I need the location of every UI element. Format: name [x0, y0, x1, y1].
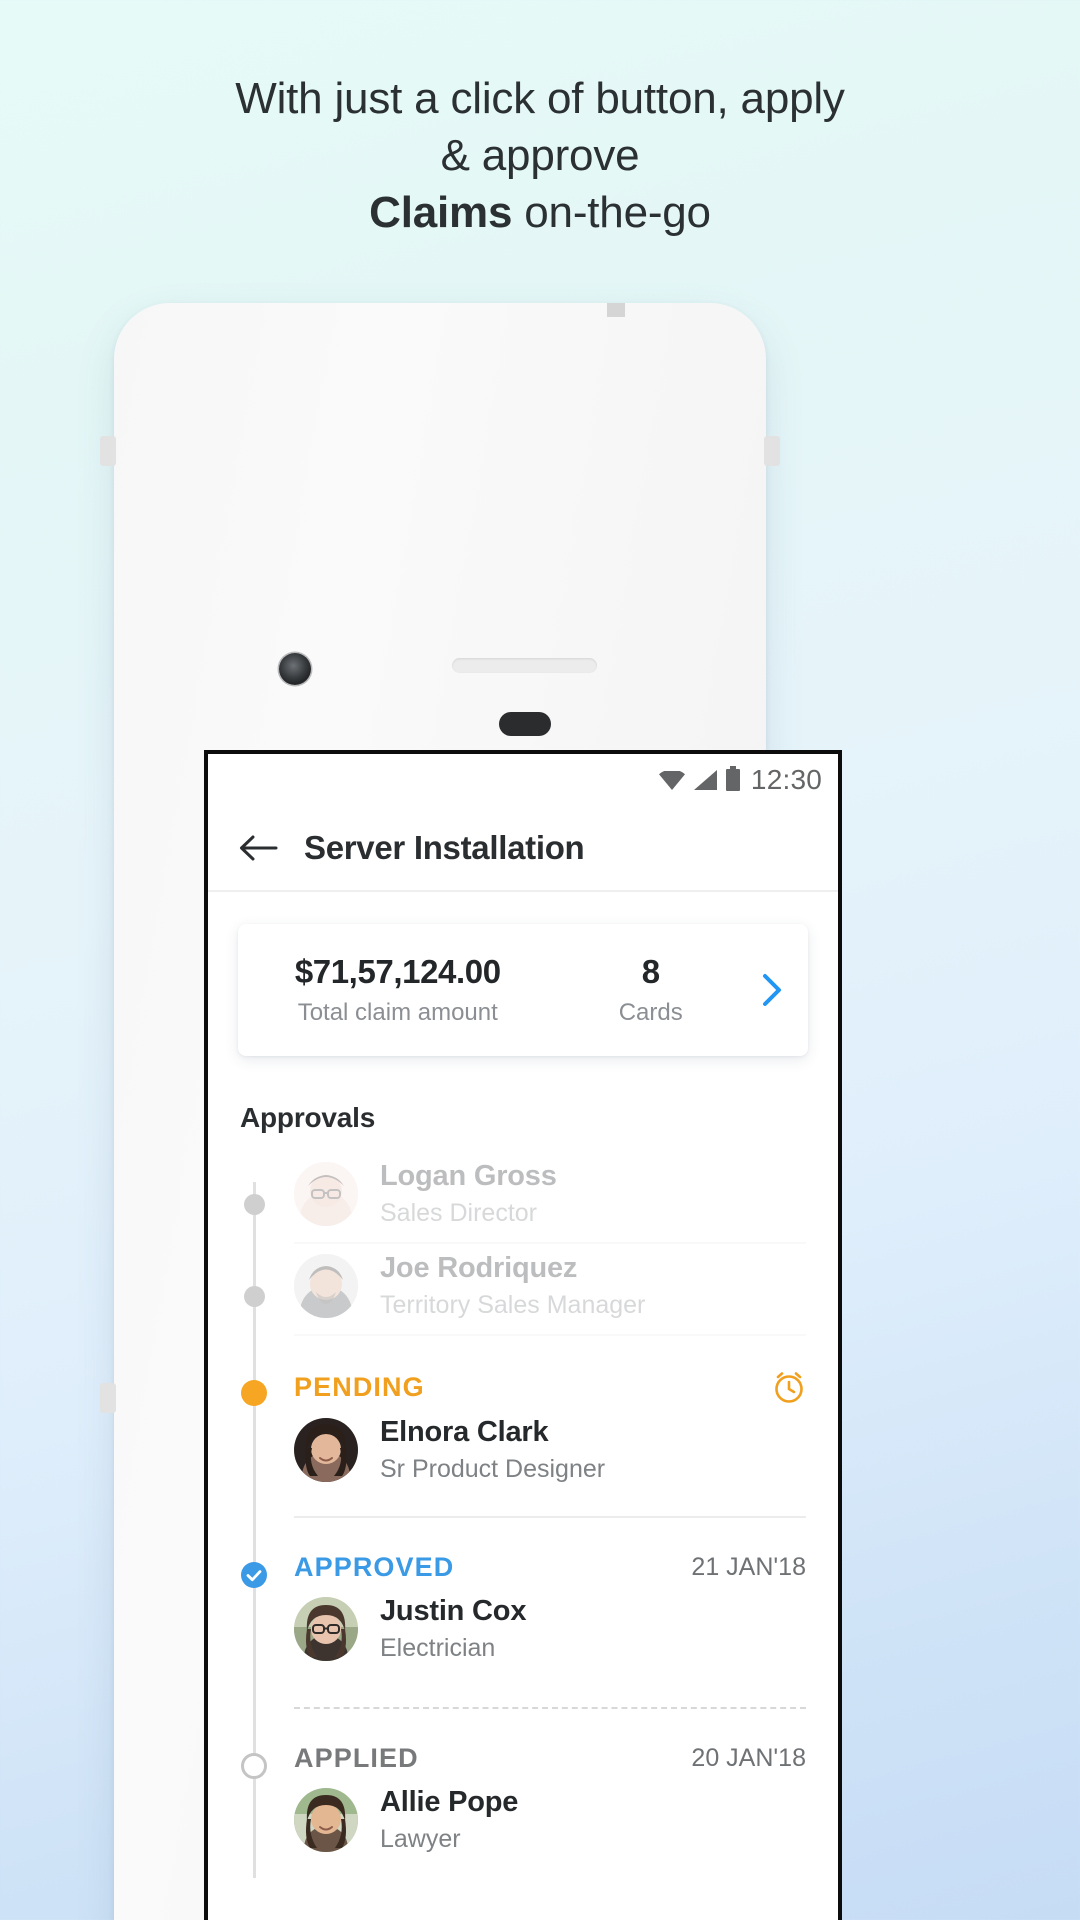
avatar: [294, 1254, 358, 1318]
timeline-item-upcoming-1[interactable]: Joe Rodriquez Territory Sales Manager: [208, 1244, 838, 1336]
app-bar: Server Installation: [208, 806, 838, 892]
chevron-right-icon[interactable]: [754, 973, 790, 1007]
cards-count-block: 8 Cards: [547, 953, 754, 1027]
cards-count-label: Cards: [618, 999, 683, 1026]
phone-side-button-right-1: [764, 436, 780, 466]
screen-content: $71,57,124.00 Total claim amount 8 Cards: [208, 892, 838, 1920]
status-bar: 12:30: [208, 754, 838, 806]
timeline-dot-grey: [244, 1286, 265, 1307]
approver-row: Elnora Clark Sr Product Designer: [294, 1408, 806, 1498]
cellular-signal-icon: [693, 770, 717, 790]
home-button[interactable]: [499, 712, 551, 736]
timeline-dot-grey: [244, 1194, 265, 1215]
timeline-dot-approved: [241, 1562, 267, 1588]
claim-summary-card[interactable]: $71,57,124.00 Total claim amount 8 Cards: [238, 924, 808, 1056]
timeline-dot-applied: [241, 1753, 267, 1779]
timeline-item-upcoming-0[interactable]: Logan Gross Sales Director: [208, 1152, 838, 1244]
approver-name: Allie Pope: [380, 1786, 519, 1818]
approver-name: Justin Cox: [380, 1595, 527, 1627]
avatar: [294, 1162, 358, 1226]
page-title: Server Installation: [304, 829, 585, 866]
status-badge: PENDING: [294, 1371, 425, 1402]
front-camera-icon: [279, 653, 311, 685]
approver-text: Logan Gross Sales Director: [380, 1160, 557, 1228]
earpiece-speaker: [452, 658, 597, 673]
avatar: [294, 1597, 358, 1661]
summary-card-wrapper: $71,57,124.00 Total claim amount 8 Cards: [208, 892, 838, 1056]
avatar: [294, 1418, 358, 1482]
approver-name: Logan Gross: [380, 1160, 557, 1192]
cards-count-value: 8: [641, 953, 660, 990]
approver-role: Sales Director: [380, 1199, 537, 1227]
approver-row: Joe Rodriquez Territory Sales Manager: [294, 1244, 806, 1334]
approver-row: Logan Gross Sales Director: [294, 1152, 806, 1242]
wifi-icon: [658, 768, 685, 790]
approver-text: Elnora Clark Sr Product Designer: [380, 1416, 605, 1484]
total-claim-amount-block: $71,57,124.00 Total claim amount: [248, 953, 547, 1027]
promo-line-1: With just a click of button, apply: [235, 74, 845, 123]
phone-antenna-strip: [607, 303, 625, 317]
avatar: [294, 1788, 358, 1852]
phone-side-button-left-2: [100, 1383, 116, 1413]
status-badge: APPROVED: [294, 1552, 455, 1582]
status-header-pending: PENDING: [294, 1336, 806, 1408]
battery-icon: [725, 766, 740, 791]
status-bar-clock: 12:30: [750, 764, 822, 795]
status-header-applied: APPLIED 20 JAN'18: [294, 1709, 806, 1778]
approvals-timeline: Logan Gross Sales Director Joe Rodriquez…: [208, 1134, 838, 1878]
total-claim-amount-value: $71,57,124.00: [294, 953, 501, 990]
approver-row: Allie Pope Lawyer: [294, 1778, 806, 1868]
approver-role: Lawyer: [380, 1825, 461, 1853]
approver-name: Joe Rodriquez: [380, 1252, 578, 1284]
promo-line-3-rest: on-the-go: [512, 188, 711, 237]
timeline-item-applied[interactable]: APPLIED 20 JAN'18 Allie Pope Lawyer: [208, 1709, 838, 1868]
approver-role: Territory Sales Manager: [380, 1291, 646, 1319]
status-date: 21 JAN'18: [691, 1553, 806, 1581]
total-claim-amount-label: Total claim amount: [297, 999, 498, 1026]
promo-line-3: Claims on-the-go: [0, 184, 1080, 241]
clock-icon: [772, 1370, 806, 1404]
approver-text: Joe Rodriquez Territory Sales Manager: [380, 1252, 645, 1320]
timeline-item-pending[interactable]: PENDING Elnora Clark Sr Product Designer: [208, 1336, 838, 1518]
approver-role: Sr Product Designer: [380, 1455, 606, 1483]
back-arrow-icon[interactable]: [238, 834, 278, 862]
approver-text: Allie Pope Lawyer: [380, 1786, 518, 1854]
phone-side-button-left-1: [100, 436, 116, 466]
timeline-item-approved[interactable]: APPROVED 21 JAN'18 Justin Cox Electricia…: [208, 1518, 838, 1709]
approver-name: Elnora Clark: [380, 1416, 549, 1448]
status-header-approved: APPROVED 21 JAN'18: [294, 1518, 806, 1587]
phone-mockup: 12:30 Server Installation $71,57,124.00 …: [86, 303, 842, 1920]
approver-row: Justin Cox Electrician: [294, 1587, 806, 1677]
approver-role: Electrician: [380, 1634, 496, 1662]
promo-line-2: & approve: [440, 131, 640, 180]
status-date: 20 JAN'18: [691, 1744, 806, 1772]
approvals-section-title: Approvals: [240, 1102, 376, 1133]
timeline-dot-pending: [241, 1380, 267, 1406]
promo-headline: With just a click of button, apply & app…: [0, 70, 1080, 241]
phone-screen: 12:30 Server Installation $71,57,124.00 …: [204, 750, 842, 1920]
approver-text: Justin Cox Electrician: [380, 1595, 526, 1663]
status-badge: APPLIED: [294, 1743, 419, 1773]
promo-line-3-bold: Claims: [369, 188, 513, 237]
